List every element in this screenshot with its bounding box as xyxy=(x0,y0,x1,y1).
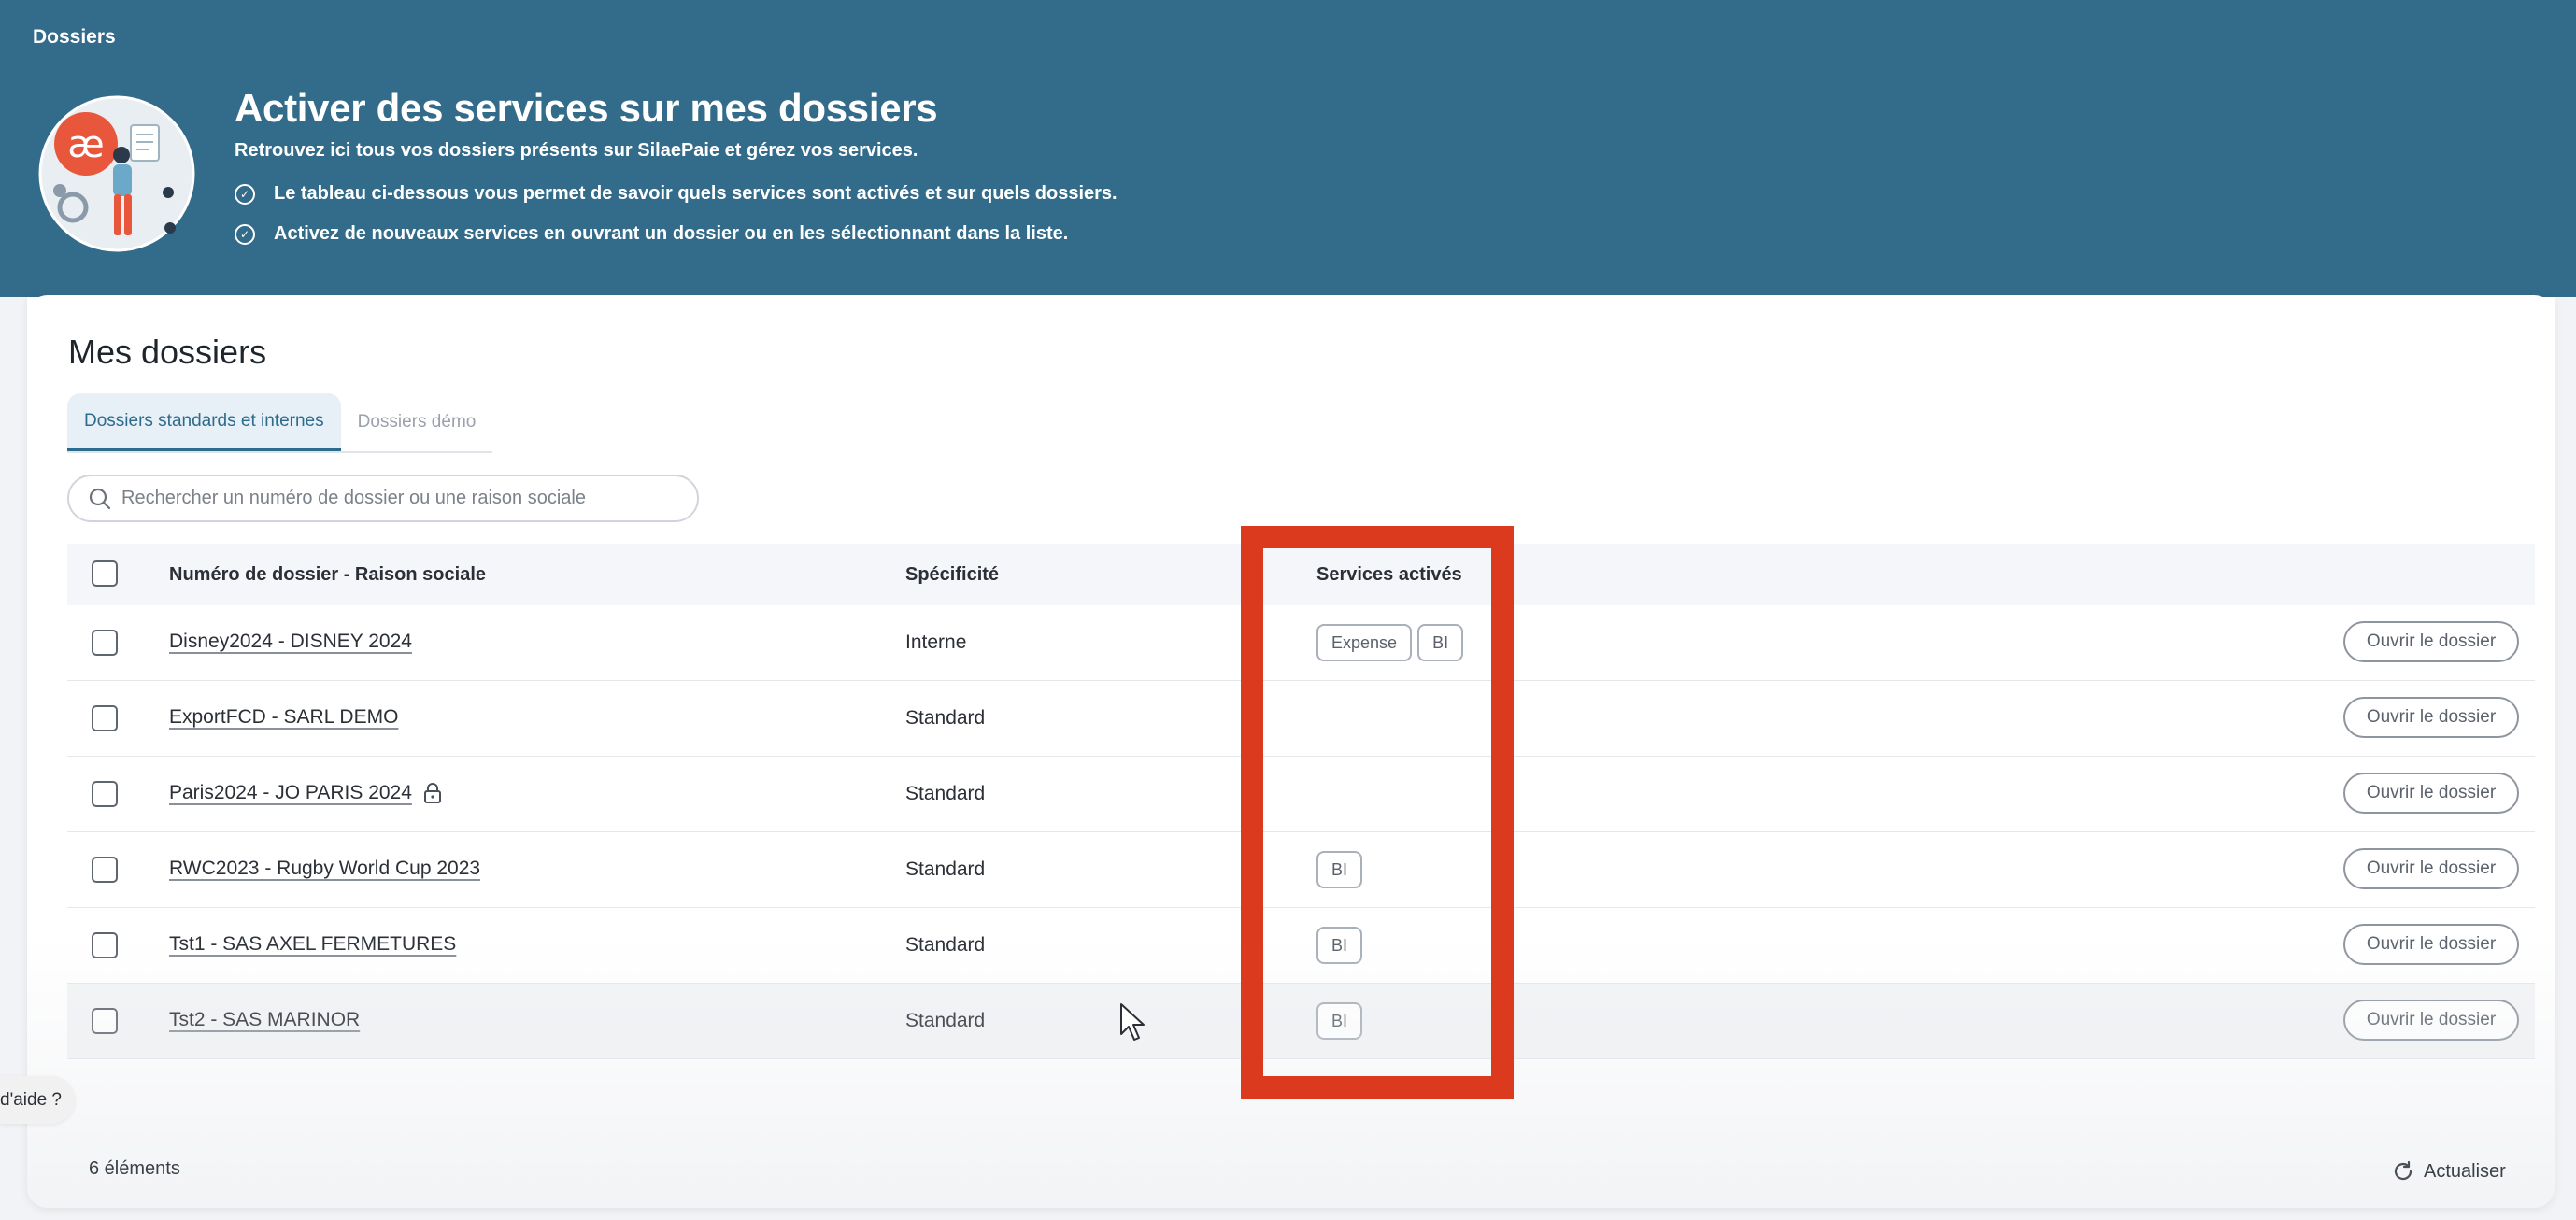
dossier-specificity: Standard xyxy=(905,1010,986,1031)
info-bullet: ✓ Le tableau ci-dessous vous permet de s… xyxy=(235,183,1117,205)
row-checkbox[interactable] xyxy=(92,857,118,883)
check-circle-icon: ✓ xyxy=(235,223,255,245)
open-dossier-button[interactable]: Ouvrir le dossier xyxy=(2343,773,2519,814)
open-dossier-button[interactable]: Ouvrir le dossier xyxy=(2343,848,2519,889)
open-dossier-button[interactable]: Ouvrir le dossier xyxy=(2343,924,2519,965)
mouse-cursor-icon xyxy=(1120,1003,1145,1041)
dossier-specificity: Interne xyxy=(905,631,967,653)
dossier-link[interactable]: Tst1 - SAS AXEL FERMETURES xyxy=(169,933,456,956)
row-checkbox[interactable] xyxy=(92,781,118,807)
item-count: 6 éléments xyxy=(89,1158,180,1179)
open-dossier-button[interactable]: Ouvrir le dossier xyxy=(2343,1000,2519,1041)
dossier-specificity: Standard xyxy=(905,783,986,804)
search-icon xyxy=(89,488,111,509)
refresh-button[interactable]: Actualiser xyxy=(2392,1160,2506,1183)
search-input[interactable] xyxy=(121,488,663,509)
breadcrumb[interactable]: Dossiers xyxy=(33,26,116,49)
row-checkbox[interactable] xyxy=(92,630,118,656)
column-header-specificity[interactable]: Spécificité xyxy=(905,564,999,586)
tab-bar: Dossiers standards et internes Dossiers … xyxy=(67,393,493,453)
page-subtitle: Retrouvez ici tous vos dossiers présents… xyxy=(235,140,918,161)
dossier-link[interactable]: Tst2 - SAS MARINOR xyxy=(169,1009,360,1031)
logo-glyph: æ xyxy=(67,123,104,166)
dossier-specificity: Standard xyxy=(905,858,986,880)
lock-icon xyxy=(423,783,441,803)
dossier-link[interactable]: Paris2024 - JO PARIS 2024 xyxy=(169,782,442,804)
page-header: Dossiers æ Activer des services sur mes … xyxy=(0,0,2576,297)
open-dossier-button[interactable]: Ouvrir le dossier xyxy=(2343,621,2519,662)
services-column-highlight xyxy=(1241,526,1514,1099)
help-button[interactable]: Besoin d'aide ? xyxy=(0,1076,75,1124)
column-header-dossier[interactable]: Numéro de dossier - Raison sociale xyxy=(169,564,486,586)
section-title: Mes dossiers xyxy=(68,333,267,371)
select-all-checkbox[interactable] xyxy=(92,560,118,587)
dossier-link[interactable]: RWC2023 - Rugby World Cup 2023 xyxy=(169,858,480,880)
info-bullet-text: Activez de nouveaux services en ouvrant … xyxy=(274,223,1069,244)
dossiers-card-top xyxy=(27,295,2555,333)
dossier-link[interactable]: Disney2024 - DISNEY 2024 xyxy=(169,631,412,653)
dossier-specificity: Standard xyxy=(905,707,986,729)
check-circle-icon: ✓ xyxy=(235,183,255,205)
tab-standard-internal[interactable]: Dossiers standards et internes xyxy=(67,393,341,451)
dossier-specificity: Standard xyxy=(905,934,986,956)
dossier-link[interactable]: ExportFCD - SARL DEMO xyxy=(169,706,398,729)
row-checkbox[interactable] xyxy=(92,932,118,958)
tab-demo[interactable]: Dossiers démo xyxy=(341,393,493,451)
refresh-label: Actualiser xyxy=(2424,1160,2506,1182)
services-illustration-icon: æ xyxy=(38,95,195,252)
info-bullet-text: Le tableau ci-dessous vous permet de sav… xyxy=(274,183,1117,204)
search-box[interactable] xyxy=(67,475,699,522)
row-checkbox[interactable] xyxy=(92,1008,118,1034)
open-dossier-button[interactable]: Ouvrir le dossier xyxy=(2343,697,2519,738)
row-checkbox[interactable] xyxy=(92,705,118,731)
info-bullet: ✓ Activez de nouveaux services en ouvran… xyxy=(235,223,1068,245)
page-title: Activer des services sur mes dossiers xyxy=(235,86,938,130)
refresh-icon xyxy=(2394,1160,2412,1181)
